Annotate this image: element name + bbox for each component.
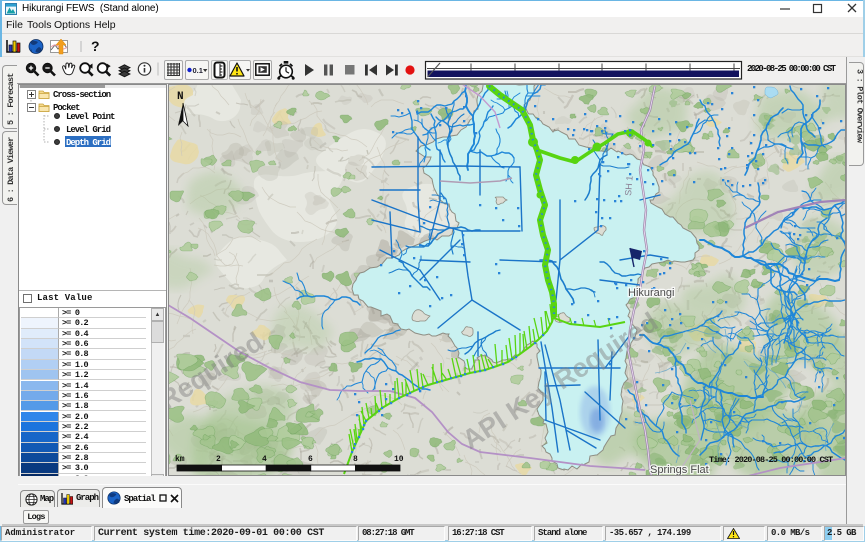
svg-text:6: 6: [308, 455, 313, 464]
svg-text:SH 1: SH 1: [623, 175, 635, 196]
svg-text:km: km: [175, 455, 185, 464]
svg-text:3 : Plot Overview: 3 : Plot Overview: [855, 69, 865, 144]
svg-text:Hikurangi: Hikurangi: [628, 287, 674, 299]
svg-text:10: 10: [394, 455, 404, 464]
svg-text:Time: 2020-08-25 00:00:00 CST: Time: 2020-08-25 00:00:00 CST: [709, 455, 833, 465]
svg-text:6 : Data Viewer: 6 : Data Viewer: [6, 137, 16, 202]
svg-text:Springs Flat: Springs Flat: [650, 464, 709, 476]
svg-text:2: 2: [216, 455, 221, 464]
svg-text:0.1: 0.1: [193, 66, 203, 75]
svg-text:4: 4: [262, 455, 267, 464]
svg-text:8: 8: [353, 455, 358, 464]
svg-text:5 : Forecast: 5 : Forecast: [6, 73, 16, 125]
svg-text:N: N: [177, 91, 184, 103]
